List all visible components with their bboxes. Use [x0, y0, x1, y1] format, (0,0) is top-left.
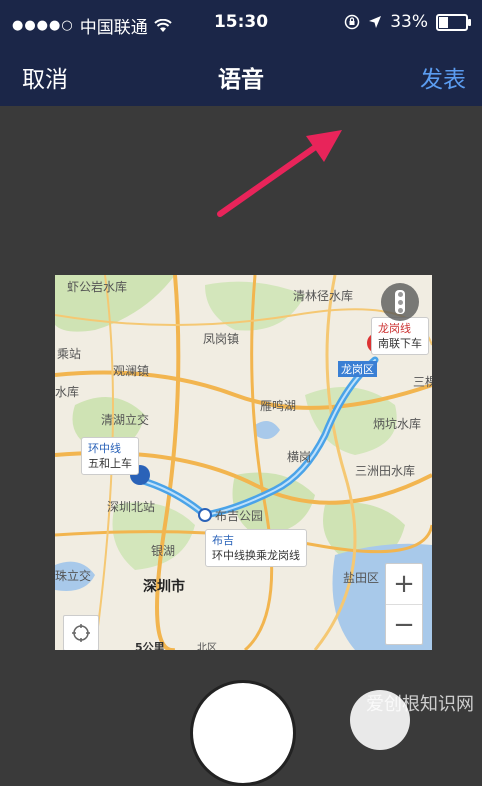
map-label: 龙岗区 [338, 361, 377, 377]
traffic-light-icon [395, 290, 405, 314]
map-label: 三棵 [413, 375, 432, 389]
map-label: 乘站 [57, 347, 82, 361]
traffic-toggle-button[interactable] [381, 283, 419, 321]
nav-bar: 取消 语音 发表 [0, 48, 482, 106]
map-label: 虾公岩水库 [67, 280, 128, 294]
battery-fill [439, 16, 449, 28]
map-image[interactable]: 虾公岩水库 清林径水库 凤岗镇 乘站 观澜镇 水库 雁鸣湖 炳坑水库 清湖立交 … [55, 275, 432, 650]
rotation-lock-icon [344, 14, 360, 30]
zoom-out-button[interactable]: − [386, 605, 422, 645]
annotation-arrow-icon [217, 130, 342, 217]
status-right: 33% [344, 12, 471, 32]
map-label: 深圳北站 [107, 500, 156, 514]
map-label: 布吉公园 [215, 509, 264, 523]
callout-line: 龙岗线 [378, 322, 411, 335]
map-label: 清湖立交 [101, 413, 150, 427]
map-label: 炳坑水库 [373, 417, 422, 431]
callout-station: 五和上车 [88, 457, 132, 470]
callout-line: 环中线 [88, 442, 121, 455]
end-station-callout: 龙岗线 南联下车 [371, 317, 429, 355]
zoom-controls: + − [385, 563, 423, 645]
map-label: 三洲田水库 [355, 464, 416, 478]
map-label: 横岗 [287, 450, 312, 464]
battery-percent: 33% [390, 12, 428, 32]
map-label: 珠立交 [55, 569, 92, 583]
callout-station: 南联下车 [378, 337, 422, 350]
transfer-callout: 布吉 环中线换乘龙岗线 [205, 529, 307, 567]
map-label: 深圳市 [143, 579, 185, 595]
map-label: 盐田区 [343, 571, 380, 585]
compass-icon [72, 624, 90, 642]
publish-button[interactable]: 发表 [420, 60, 466, 94]
map-label: 雁鸣湖 [260, 399, 297, 413]
page-title: 语音 [218, 67, 264, 93]
map-label: 水库 [55, 385, 80, 399]
watermark-text: 爱创根知识网 [366, 694, 474, 715]
map-label: 清林径水库 [293, 289, 354, 303]
watermark: 爱创根知识网 [366, 690, 474, 716]
map-label: 银湖 [151, 544, 176, 558]
start-station-callout: 环中线 五和上车 [81, 437, 139, 475]
zoom-in-button[interactable]: + [386, 564, 422, 605]
callout-detail: 环中线换乘龙岗线 [212, 549, 300, 562]
locate-button[interactable] [63, 615, 99, 650]
record-button[interactable] [190, 680, 296, 786]
map-label: 北区 [197, 643, 217, 650]
status-bar: ●●●●○ 中国联通 15:30 33% [0, 0, 482, 48]
map-label: 凤岗镇 [203, 332, 240, 346]
map-scale: 5公里 [135, 641, 165, 650]
battery-icon [436, 13, 471, 31]
callout-line: 布吉 [212, 534, 234, 547]
location-arrow-icon [369, 16, 382, 28]
map-label: 观澜镇 [113, 364, 150, 378]
